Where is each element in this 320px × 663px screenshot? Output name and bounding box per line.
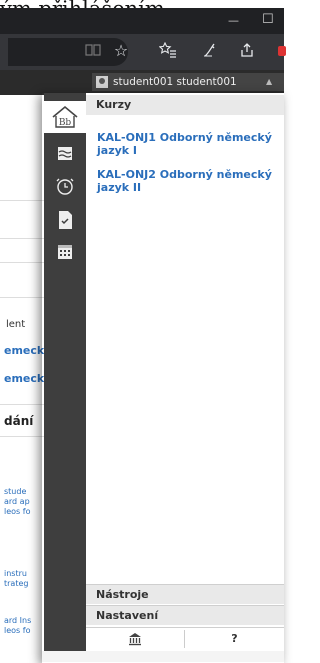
page-section-heading: dání (4, 414, 34, 428)
institution-home-button[interactable] (86, 627, 184, 650)
divider (0, 200, 44, 201)
courses-section-header: Kurzy (86, 95, 284, 115)
minimize-button[interactable]: — (228, 13, 239, 29)
favorites-icon[interactable] (158, 41, 178, 63)
snippet-line: instru (4, 569, 27, 578)
page-snippet[interactable]: stude ard ap leos fo (4, 487, 30, 517)
svg-text:Bb: Bb (59, 118, 72, 128)
document-check-icon (59, 211, 72, 229)
avatar (96, 76, 108, 88)
snippet-line: stude (4, 487, 27, 496)
course-link[interactable]: KAL-ONJ2 Odborný německý jazyk II (97, 168, 277, 194)
window-titlebar (0, 8, 284, 34)
section-title: Nastavení (96, 609, 159, 622)
user-name: student001 student001 (113, 76, 237, 88)
divider (0, 262, 44, 263)
section-title: Kurzy (96, 98, 132, 111)
snippet-line: ard ap (4, 497, 30, 506)
share-icon[interactable] (237, 42, 257, 63)
course-link[interactable]: KAL-ONJ1 Odborný německý jazyk I (97, 131, 277, 157)
page-text: lent (6, 319, 26, 330)
page-course-link[interactable]: emeck (4, 344, 44, 357)
popup-bottom-edge (42, 651, 284, 662)
page-snippet[interactable]: ard Ins leos fo (4, 616, 31, 636)
extension-icon[interactable] (278, 46, 286, 56)
tools-section-header[interactable]: Nástroje (86, 584, 284, 604)
snippet-line: leos fo (4, 507, 31, 516)
bb-home-icon: Bb (52, 105, 78, 128)
page-course-link[interactable]: emeck (4, 372, 44, 385)
calendar-tab[interactable] (44, 236, 86, 268)
star-icon[interactable]: ☆ (111, 41, 131, 61)
calendar-icon (58, 245, 72, 259)
page-snippet[interactable]: instru trateg (4, 569, 28, 589)
maximize-button[interactable]: ☐ (262, 12, 274, 28)
section-title: Nástroje (96, 588, 149, 601)
pen-icon[interactable] (200, 42, 220, 63)
caret-up-icon[interactable]: ▲ (266, 73, 272, 91)
snippet-line: trateg (4, 579, 29, 588)
clock-icon (56, 178, 74, 195)
snippet-line: leos fo (4, 626, 31, 635)
activity-tab[interactable] (44, 170, 86, 202)
reader-mode-icon[interactable] (83, 42, 103, 62)
help-button[interactable]: ? (185, 627, 284, 650)
courses-icon (58, 147, 72, 160)
address-bar[interactable] (8, 38, 128, 66)
grades-tab[interactable] (44, 204, 86, 236)
divider (0, 436, 44, 437)
divider (0, 238, 44, 239)
courses-tab[interactable] (44, 138, 86, 170)
settings-section-header[interactable]: Nastavení (86, 605, 284, 625)
divider (0, 297, 44, 298)
snippet-line: ard Ins (4, 616, 32, 625)
institution-icon (129, 633, 141, 646)
bb-home-tab[interactable]: Bb (44, 101, 86, 133)
divider (0, 404, 44, 405)
